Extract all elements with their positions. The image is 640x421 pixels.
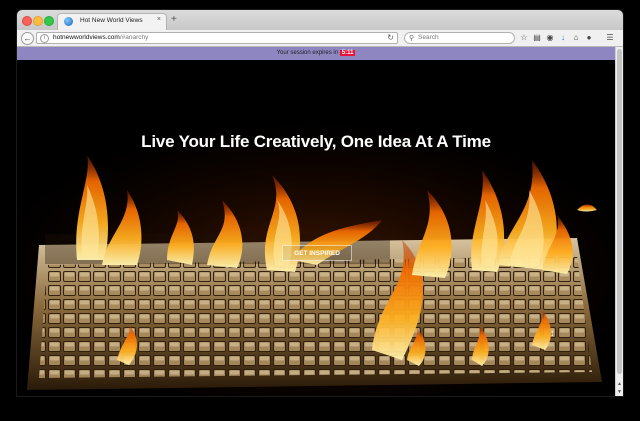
download-icon[interactable]: ↓: [558, 32, 568, 43]
back-button[interactable]: ←: [21, 32, 34, 45]
globe-icon: [64, 17, 73, 26]
chat-icon[interactable]: ●: [584, 32, 594, 43]
window-close-button[interactable]: [22, 16, 32, 26]
menu-icon[interactable]: ☰: [605, 32, 615, 43]
session-banner: Your session expires in 5:11: [17, 47, 615, 60]
session-timer: 5:11: [339, 50, 356, 56]
window-minimize-button[interactable]: [33, 16, 43, 26]
window-maximize-button[interactable]: [44, 16, 54, 26]
session-expiry-text: Your session expires in: [276, 50, 339, 56]
home-icon[interactable]: ⌂: [571, 32, 581, 43]
tab-strip: Hot New World Views × +: [17, 10, 623, 31]
reading-list-icon[interactable]: ▤: [532, 32, 542, 43]
hero-section: Live Your Life Creatively, One Idea At A…: [17, 60, 615, 396]
address-bar[interactable]: i hotnewworldviews.com/#anarchy ↻: [36, 32, 398, 44]
url-path: /#anarchy: [119, 34, 149, 41]
url-text[interactable]: hotnewworldviews.com/#anarchy: [53, 34, 148, 41]
pocket-icon[interactable]: ◉: [545, 32, 555, 43]
scroll-up-arrow-icon[interactable]: ▲: [616, 381, 623, 387]
scroll-down-arrow-icon[interactable]: ▼: [616, 389, 623, 395]
info-icon[interactable]: i: [40, 34, 49, 43]
keyboard-on-fire-image: [17, 60, 615, 396]
scrollbar-thumb[interactable]: [617, 49, 622, 374]
mouse-cursor-icon: ↕: [550, 328, 555, 338]
hero-headline: Live Your Life Creatively, One Idea At A…: [141, 132, 491, 151]
reload-icon[interactable]: ↻: [387, 33, 394, 42]
tab-hot-new-world-views[interactable]: Hot New World Views ×: [57, 13, 167, 30]
browser-window: Hot New World Views × + ← i hotnewworldv…: [17, 10, 623, 396]
get-inspired-button[interactable]: GET INSPIRED: [282, 245, 352, 261]
tab-close-icon[interactable]: ×: [157, 16, 161, 23]
tab-title: Hot New World Views: [80, 17, 143, 24]
url-domain: hotnewworldviews.com: [53, 34, 120, 41]
page-scrollbar[interactable]: ▲ ▼: [615, 47, 623, 396]
navigation-toolbar: ← i hotnewworldviews.com/#anarchy ↻ ⚲ ☆ …: [17, 30, 623, 47]
search-input[interactable]: [418, 34, 508, 41]
search-icon: ⚲: [409, 35, 415, 42]
search-bar[interactable]: ⚲: [404, 32, 515, 44]
new-tab-button[interactable]: +: [171, 15, 177, 25]
star-icon[interactable]: ☆: [519, 32, 529, 43]
